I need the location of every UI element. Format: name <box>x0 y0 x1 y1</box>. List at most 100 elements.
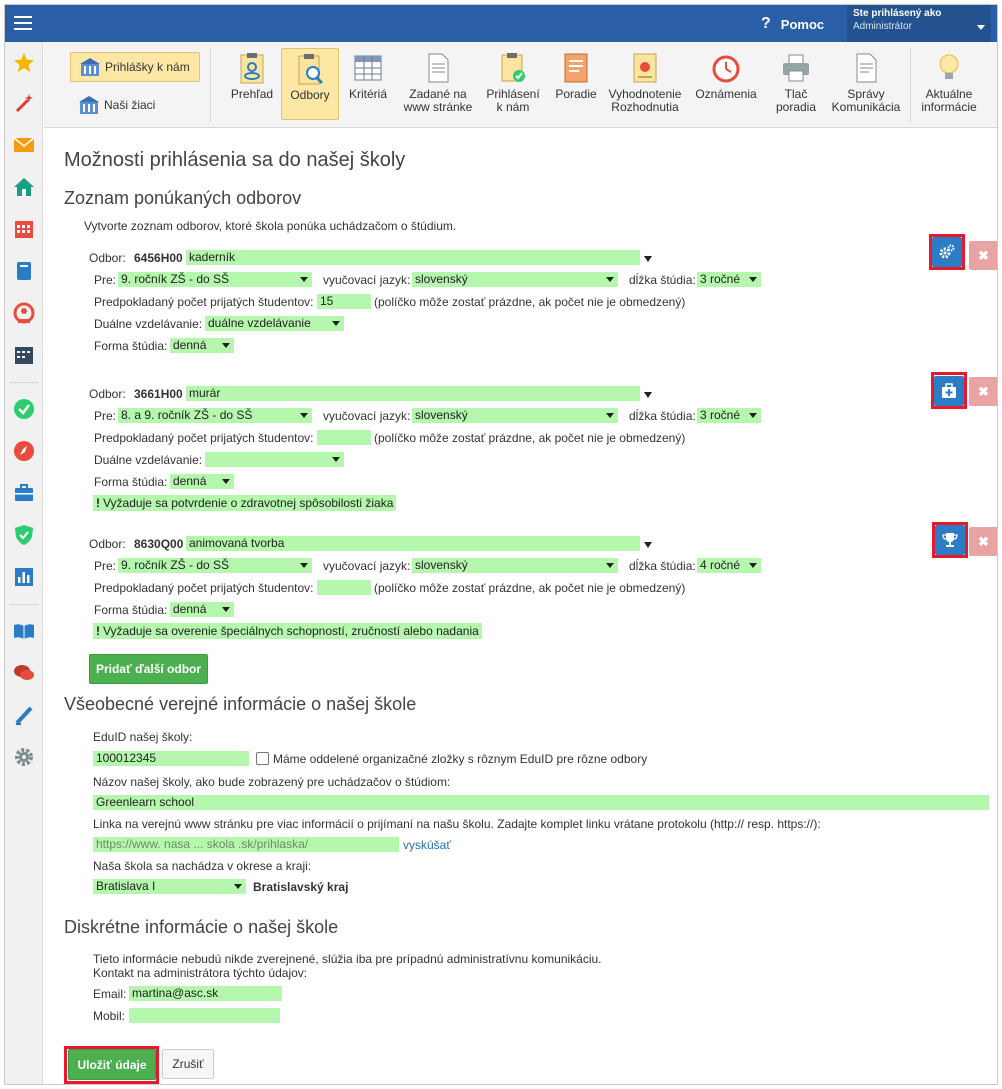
pen-icon[interactable] <box>13 704 35 726</box>
school-name-input[interactable]: Greenlearn school <box>93 795 989 810</box>
talent-notice: ! Vyžaduje sa overenie špeciálnych schopn… <box>93 623 482 639</box>
eduid-input[interactable]: 100012345 <box>93 751 249 766</box>
open-book-icon[interactable] <box>13 620 35 642</box>
tab-poradie[interactable]: Poradie <box>550 48 602 120</box>
count-input[interactable] <box>317 580 371 595</box>
form-select[interactable]: denná <box>170 474 234 489</box>
chat-icon[interactable] <box>13 662 35 684</box>
check-circle-icon[interactable] <box>13 398 35 420</box>
tab-kriteria[interactable]: Kritériá <box>340 48 396 120</box>
form-label: Forma štúdia: <box>94 603 168 617</box>
district-select[interactable]: Bratislava I <box>93 879 246 894</box>
tab-zadane-label2: www stránke <box>403 100 473 114</box>
field-name-input[interactable]: murár <box>186 386 640 401</box>
language-select[interactable]: slovenský <box>412 558 618 573</box>
compass-icon[interactable] <box>13 440 35 462</box>
count-input[interactable]: 15 <box>317 294 371 309</box>
clipboard-search-icon <box>298 54 324 85</box>
private-intro: Tieto informácie nebudú nikde zverejnené… <box>93 952 602 966</box>
region-value: Bratislavský kraj <box>253 880 349 894</box>
tab-spravy-label2: Komunikácia <box>831 100 901 114</box>
help-label: Pomoc <box>780 16 825 32</box>
nasi-ziaci-button[interactable]: Naši žiaci <box>70 90 200 120</box>
caret-down-icon[interactable] <box>644 256 652 262</box>
field-name-input[interactable]: kaderník <box>186 250 640 265</box>
tab-zadane-na-www[interactable]: Zadané na www stránke <box>398 48 478 120</box>
book-icon[interactable] <box>13 260 35 282</box>
nasi-ziaci-label: Naši žiaci <box>104 98 156 112</box>
mobile-input[interactable] <box>129 1008 280 1023</box>
question-icon: ? <box>761 15 771 32</box>
language-label: vyučovací jazyk: <box>323 273 411 287</box>
private-section-title: Diskrétne informácie o našej škole <box>64 917 339 937</box>
form-select[interactable]: denná <box>170 602 234 617</box>
language-select[interactable]: slovenský <box>412 272 618 287</box>
separate-eduid-checkbox[interactable] <box>256 752 269 765</box>
prihlasky-button[interactable]: Prihlášky k nám <box>70 52 200 82</box>
count-note: (políčko môže zostať prázdne, ak počet n… <box>374 431 686 445</box>
bar-chart-icon[interactable] <box>13 566 35 588</box>
caret-down-icon[interactable] <box>644 392 652 398</box>
tab-spravy-komunikacia[interactable]: Správy Komunikácia <box>828 48 904 120</box>
length-select[interactable]: 3 ročné <box>697 272 761 287</box>
length-select[interactable]: 4 ročné <box>697 558 761 573</box>
magic-wand-icon[interactable] <box>13 92 35 114</box>
fields-intro: Vytvorte zoznam odborov, ktoré škola pon… <box>84 219 457 233</box>
school-name-label: Názov našej školy, ako bude zobrazený pr… <box>93 775 451 789</box>
tab-aktualne-informacie[interactable]: Aktuálne informácie <box>916 48 982 120</box>
envelope-icon[interactable] <box>13 134 35 156</box>
tab-vyhodnotenie[interactable]: Vyhodnotenie Rozhodnutia <box>604 48 686 120</box>
caret-down-icon[interactable] <box>644 542 652 548</box>
tab-prehlad[interactable]: Prehľad <box>216 48 288 120</box>
tab-oznamenia-label: Oznámenia <box>695 87 757 101</box>
user-circle-icon[interactable] <box>13 302 35 324</box>
add-field-button[interactable]: Pridať ďalší odbor <box>89 654 208 684</box>
briefcase-icon[interactable] <box>13 482 35 504</box>
odbor-label: Odbor: <box>89 251 126 265</box>
exclamation-icon: ! <box>96 496 100 510</box>
delete-field-button[interactable]: ✖ <box>969 241 997 270</box>
email-input[interactable]: martina@asc.sk <box>129 986 282 1001</box>
tab-oznamenia[interactable]: Oznámenia <box>692 48 760 120</box>
fields-section-title: Zoznam ponúkaných odborov <box>64 188 302 208</box>
grade-select[interactable]: 8. a 9. ročník ZŠ - do SŠ <box>118 408 312 423</box>
hamburger-menu-icon[interactable] <box>11 11 37 35</box>
document-icon <box>428 53 449 83</box>
field-name-input[interactable]: animovaná tvorba <box>186 536 640 551</box>
top-bar: ? Pomoc Ste prihlásený ako Administrátor <box>5 5 997 42</box>
dual-select[interactable] <box>205 452 344 467</box>
help-button[interactable]: ? Pomoc <box>761 12 824 36</box>
gear-icon[interactable] <box>13 746 35 768</box>
table-icon <box>354 55 382 81</box>
tab-kriteria-label: Kritériá <box>348 87 387 101</box>
tab-odbory[interactable]: Odbory <box>281 48 339 120</box>
shield-check-icon[interactable] <box>13 524 35 546</box>
length-select[interactable]: 3 ročné <box>697 408 761 423</box>
web-link-input[interactable]: https://www. nasa ... skola .sk/prihlask… <box>93 837 399 852</box>
tab-tlac-poradia[interactable]: Tlač poradia <box>766 48 826 120</box>
user-menu[interactable]: Ste prihlásený ako Administrátor <box>847 5 991 42</box>
schedule-icon[interactable] <box>13 344 35 366</box>
language-select[interactable]: slovenský <box>412 408 618 423</box>
clipboard-eye-icon <box>240 53 264 84</box>
star-icon[interactable] <box>13 52 35 74</box>
count-note: (políčko môže zostať prázdne, ak počet n… <box>374 295 686 309</box>
delete-field-button[interactable]: ✖ <box>969 527 997 556</box>
field-code: 8630Q00 <box>134 537 184 551</box>
calendar-grid-icon[interactable] <box>13 218 35 240</box>
tab-prihlaseni-k-nam[interactable]: Prihlásení k nám <box>480 48 546 120</box>
home-icon[interactable] <box>13 176 35 198</box>
clock-alarm-icon <box>712 55 740 83</box>
printer-icon <box>783 54 809 82</box>
sidebar <box>5 42 43 1084</box>
dual-select[interactable]: duálne vzdelávanie <box>205 316 344 331</box>
grade-select[interactable]: 9. ročník ZŠ - do SŠ <box>118 272 312 287</box>
try-link[interactable]: vyskúšať <box>403 838 451 852</box>
school-icon <box>80 58 100 76</box>
dual-label: Duálne vzdelávanie: <box>94 317 203 331</box>
delete-field-button[interactable]: ✖ <box>969 377 997 406</box>
count-input[interactable] <box>317 430 371 445</box>
cancel-button[interactable]: Zrušiť <box>162 1049 214 1079</box>
grade-select[interactable]: 9. ročník ZŠ - do SŠ <box>118 558 312 573</box>
form-select[interactable]: denná <box>170 338 234 353</box>
